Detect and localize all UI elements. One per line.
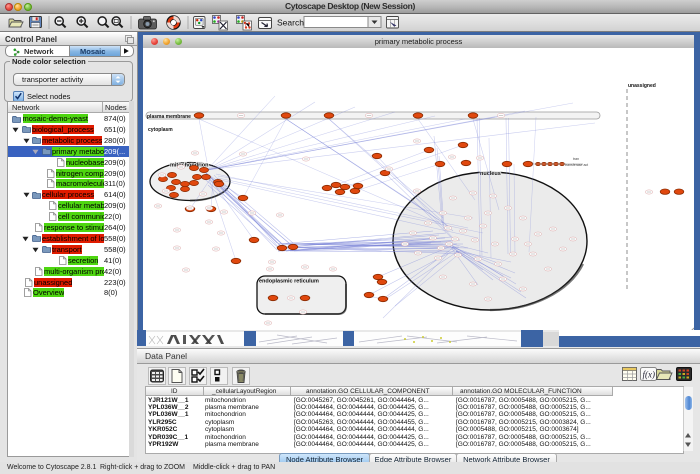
svg-text:cytoplasm: cytoplasm: [148, 127, 173, 133]
svg-text:endoplasmic reticulum: endoplasmic reticulum: [259, 279, 319, 285]
svg-text:Search:: Search:: [277, 18, 306, 28]
svg-text:plasma membrane: plasma membrane: [147, 114, 191, 120]
svg-text:f(x): f(x): [643, 370, 656, 380]
svg-text:unassigned: unassigned: [628, 83, 656, 89]
svg-text:transferase act: transferase act: [565, 163, 588, 167]
svg-text:nucleus: nucleus: [480, 171, 501, 177]
svg-text:tran: tran: [573, 157, 579, 161]
